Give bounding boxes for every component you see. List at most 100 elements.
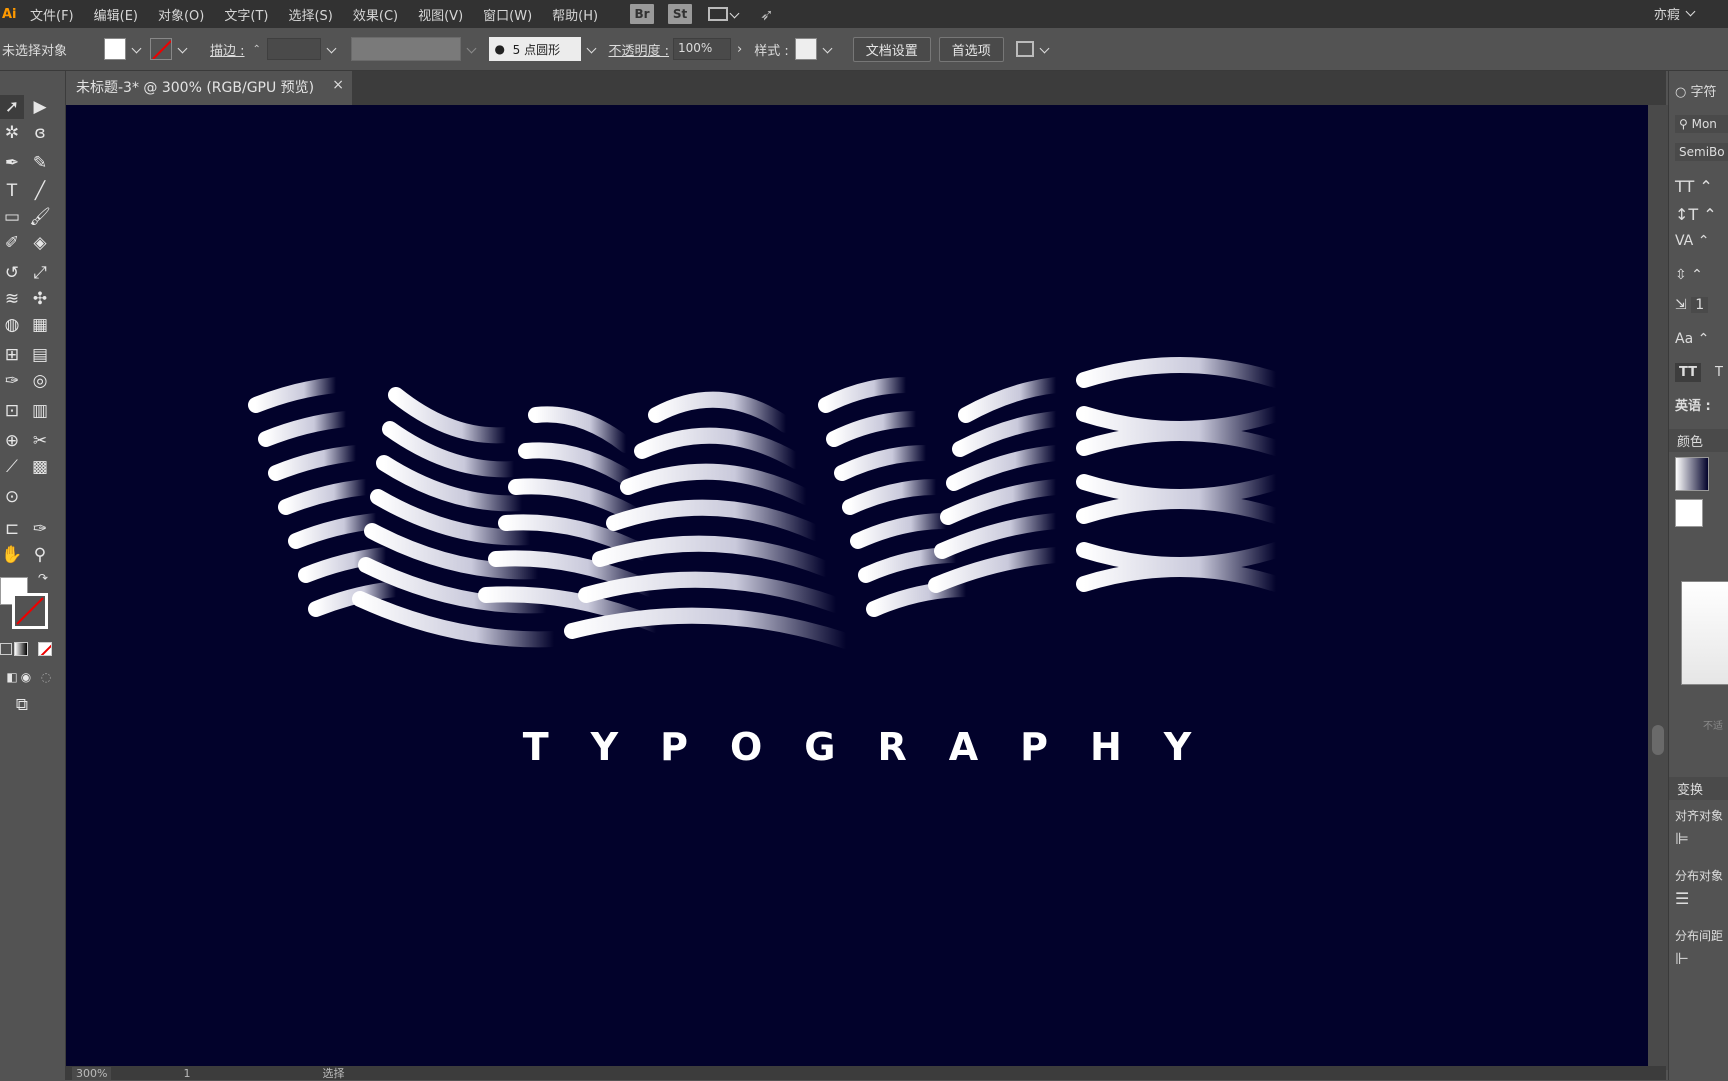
- column-graph-icon[interactable]: ▥: [28, 399, 52, 423]
- opacity-input[interactable]: 100%: [673, 38, 732, 60]
- color-mode-button[interactable]: [0, 643, 12, 655]
- stock-icon[interactable]: St: [668, 4, 693, 24]
- vertical-scrollbar[interactable]: [1648, 105, 1668, 1070]
- opacity-arrow-icon[interactable]: ›: [737, 42, 742, 57]
- screen-mode-icon[interactable]: ⧉: [10, 693, 34, 717]
- swap-colors-icon[interactable]: ↷: [36, 571, 50, 585]
- small-caps-button[interactable]: T: [1711, 363, 1727, 382]
- font-style-input[interactable]: SemiBo: [1675, 143, 1728, 161]
- slice-select-icon[interactable]: ▩: [28, 455, 52, 479]
- brush-definition[interactable]: ● 5 点圆形: [488, 37, 581, 61]
- menu-help[interactable]: 帮助(H): [542, 5, 608, 24]
- arrange-documents-icon[interactable]: [1015, 41, 1034, 57]
- menu-effect[interactable]: 效果(C): [343, 5, 408, 24]
- document-setup-button[interactable]: 文档设置: [852, 36, 931, 62]
- direct-selection-tool-icon[interactable]: ▶: [28, 95, 52, 119]
- eyedropper-small-icon[interactable]: ✑: [28, 517, 52, 541]
- align-left-icon[interactable]: ⊫: [1675, 829, 1689, 848]
- color-fill-stroke[interactable]: [1675, 499, 1703, 527]
- color-panel-tab[interactable]: 颜色: [1669, 429, 1728, 452]
- distribute-top-icon[interactable]: ☰: [1675, 889, 1689, 908]
- user-account[interactable]: 亦瘕: [1654, 4, 1698, 23]
- pen-tool-icon[interactable]: ✒: [0, 151, 24, 175]
- stroke-swatch[interactable]: [150, 38, 172, 60]
- fill-swatch[interactable]: [104, 38, 126, 60]
- line-tool-icon[interactable]: ╱: [28, 179, 52, 203]
- chevron-down-icon[interactable]: [130, 42, 144, 56]
- rocket-icon[interactable]: ➶: [760, 5, 773, 24]
- knife-icon[interactable]: ⊏: [0, 517, 24, 541]
- stroke-color-box[interactable]: [12, 593, 48, 629]
- graphic-style-swatch[interactable]: [794, 38, 817, 60]
- rectangle-tool-icon[interactable]: ▭: [0, 205, 24, 229]
- chevron-down-icon[interactable]: [325, 42, 339, 56]
- character-panel-tab[interactable]: ○ 字符: [1675, 81, 1717, 100]
- type-tool-icon[interactable]: T: [0, 179, 24, 203]
- puppet-warp-icon[interactable]: ✣: [28, 287, 52, 311]
- variable-width-profile[interactable]: [350, 37, 461, 61]
- all-caps-button[interactable]: TT: [1675, 363, 1702, 382]
- menu-object[interactable]: 对象(O): [148, 5, 214, 24]
- menu-view[interactable]: 视图(V): [408, 5, 473, 24]
- kerning-icon[interactable]: VA ⌃: [1675, 233, 1709, 249]
- eraser-tool-icon[interactable]: ◈: [28, 231, 52, 255]
- vertical-scale-icon[interactable]: ⇳ ⌃: [1675, 267, 1703, 283]
- scale-tool-icon[interactable]: ⤢: [28, 261, 52, 285]
- chevron-down-icon[interactable]: [821, 42, 835, 56]
- hand-tool-icon[interactable]: ✋: [0, 543, 24, 567]
- menu-window[interactable]: 窗口(W): [473, 5, 542, 24]
- distribute-spacing-icon[interactable]: ⊩: [1675, 949, 1689, 968]
- paintbrush-tool-icon[interactable]: 🖌: [28, 205, 52, 229]
- shaper-tool-icon[interactable]: ✐: [0, 231, 24, 255]
- zoom-level[interactable]: 300%: [72, 1066, 112, 1080]
- chevron-down-icon[interactable]: [728, 7, 742, 21]
- menu-edit[interactable]: 编辑(E): [84, 5, 148, 24]
- color-spectrum[interactable]: [1681, 581, 1728, 685]
- rotate-tool-icon[interactable]: ↺: [0, 261, 24, 285]
- canvas-area[interactable]: TYPOGRAPHY: [66, 105, 1648, 1070]
- leading-icon[interactable]: ↕T ⌃: [1675, 205, 1717, 224]
- stroke-weight-input[interactable]: [266, 38, 321, 60]
- preferences-button[interactable]: 首选项: [938, 36, 1004, 62]
- document-tab[interactable]: 未标题-3* @ 300% (RGB/GPU 预览) ×: [66, 71, 352, 105]
- font-search-input[interactable]: ⚲ Mon: [1675, 115, 1728, 133]
- mesh-tool-icon[interactable]: ⊞: [0, 343, 24, 367]
- font-size-icon[interactable]: TT ⌃: [1675, 177, 1713, 196]
- close-icon[interactable]: ×: [332, 77, 344, 93]
- knife-tool-icon[interactable]: ⟋: [0, 455, 24, 479]
- width-tool-icon[interactable]: ≋: [0, 287, 24, 311]
- chevron-down-icon[interactable]: [585, 42, 599, 56]
- stroke-weight-stepper[interactable]: ⌃: [253, 44, 267, 55]
- selection-tool-icon[interactable]: ➚: [0, 95, 24, 119]
- perspective-grid-icon[interactable]: ▦: [28, 313, 52, 337]
- magic-wand-icon[interactable]: ✲: [0, 121, 24, 145]
- baseline-icon[interactable]: Aa ⌃: [1675, 331, 1709, 347]
- gradient-swatch[interactable]: [1675, 457, 1709, 491]
- lasso-tool-icon[interactable]: ɞ: [28, 121, 52, 145]
- gradient-tool-icon[interactable]: ▤: [28, 343, 52, 367]
- blend-tool-icon[interactable]: ◎: [28, 369, 52, 393]
- zoom-tool-icon[interactable]: ⚲: [28, 543, 52, 567]
- tracking-icon[interactable]: ⇲ 1: [1675, 297, 1709, 313]
- symbol-sprayer-icon[interactable]: ⊡: [0, 399, 24, 423]
- chevron-down-icon[interactable]: [1038, 42, 1052, 56]
- artboard[interactable]: TYPOGRAPHY: [66, 105, 1648, 1070]
- bridge-icon[interactable]: Br: [630, 4, 655, 24]
- chevron-down-icon[interactable]: [176, 42, 190, 56]
- gradient-mode-button[interactable]: [14, 642, 28, 656]
- menu-type[interactable]: 文字(T): [214, 5, 278, 24]
- shape-builder-icon[interactable]: ◍: [0, 313, 24, 337]
- none-mode-button[interactable]: [38, 642, 52, 656]
- slice-tool-icon[interactable]: ✂: [28, 429, 52, 453]
- workspace-layout-icon[interactable]: [708, 7, 729, 21]
- transform-panel-tab[interactable]: 变换: [1669, 777, 1728, 800]
- menu-select[interactable]: 选择(S): [278, 5, 342, 24]
- eyedropper-icon[interactable]: ✑: [0, 369, 24, 393]
- page-number[interactable]: 1: [183, 1067, 190, 1080]
- draw-inside-icon[interactable]: ◌: [34, 665, 58, 689]
- artboard-tool-icon[interactable]: ⊕: [0, 429, 24, 453]
- artboard-icon[interactable]: ⊙: [0, 485, 24, 509]
- chevron-down-icon[interactable]: [465, 42, 479, 56]
- scroll-thumb[interactable]: [1652, 725, 1664, 755]
- curvature-tool-icon[interactable]: ✎: [28, 151, 52, 175]
